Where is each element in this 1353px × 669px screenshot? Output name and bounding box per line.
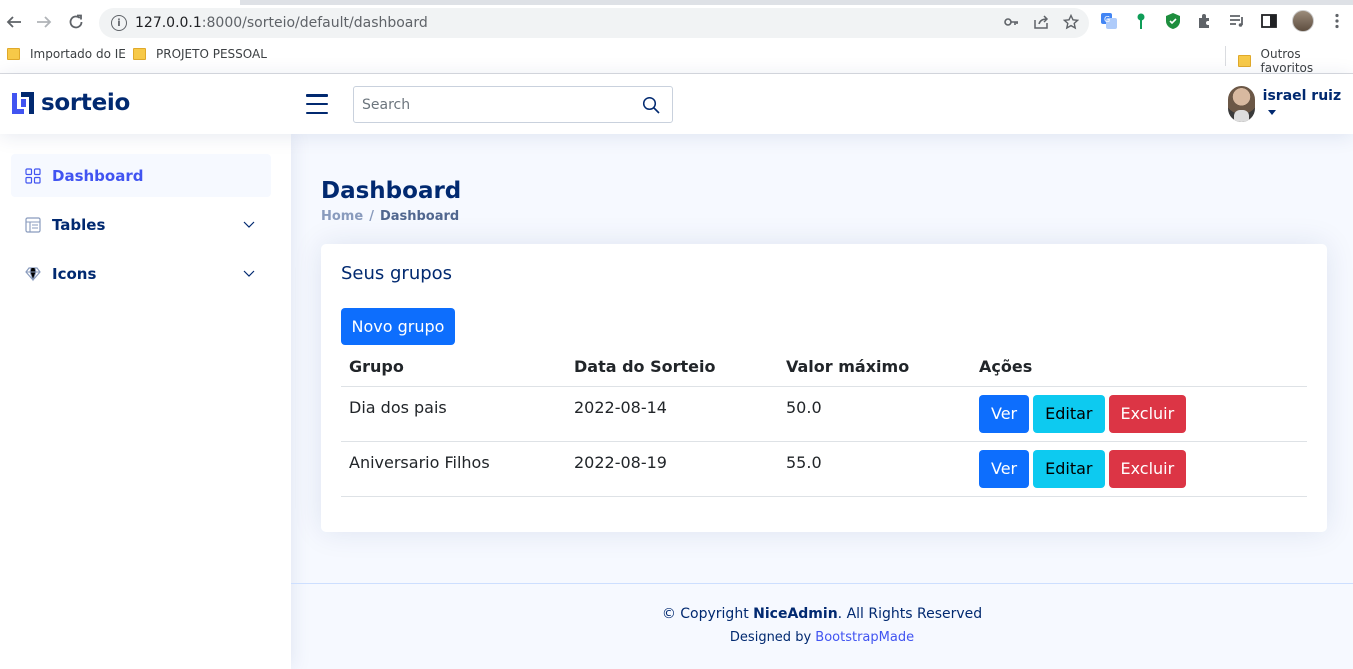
sidebar-item-label: Dashboard (52, 166, 144, 185)
sidebar-item-dashboard[interactable]: Dashboard (11, 154, 271, 197)
card-title: Seus grupos (341, 263, 453, 284)
cell-data: 2022-08-14 (566, 386, 778, 442)
cell-valor: 55.0 (778, 441, 971, 497)
media-queue-icon[interactable] (1228, 12, 1246, 30)
logo-icon (10, 90, 36, 116)
cell-grupo: Dia dos pais (341, 386, 566, 442)
footer-divider (291, 583, 1353, 584)
browser-profile-avatar[interactable] (1292, 10, 1314, 32)
key-icon[interactable] (1003, 14, 1019, 34)
bookmarks-bar: Importado do IE PROJETO PESSOAL Outros f… (0, 44, 1353, 75)
folder-icon (7, 48, 20, 60)
browser-chrome: i 127.0.0.1:8000/sorteio/default/dashboa… (0, 0, 1353, 75)
breadcrumb-home-link[interactable]: Home (321, 209, 363, 224)
breadcrumb-separator: / (369, 209, 374, 224)
sidebar-item-label: Tables (52, 215, 106, 234)
chevron-down-icon (243, 217, 255, 229)
cell-data: 2022-08-19 (566, 441, 778, 497)
delete-button[interactable]: Excluir (1108, 394, 1187, 433)
view-button[interactable]: Ver (979, 394, 1030, 433)
caret-down-icon (1267, 109, 1276, 115)
copyright: © Copyright NiceAdmin. All Rights Reserv… (661, 606, 983, 622)
cell-actions: Ver Editar Excluir (971, 386, 1307, 442)
bookmark-folder[interactable]: Importado do IE (7, 47, 126, 61)
app-header: sorteio israel ruiz (0, 74, 1353, 134)
column-header-acoes: Ações (971, 348, 1307, 387)
gem-icon (25, 266, 41, 282)
puzzle-extensions-icon[interactable] (1196, 12, 1214, 30)
breadcrumb-current: Dashboard (379, 209, 460, 224)
share-icon[interactable] (1033, 14, 1049, 34)
search-icon[interactable] (642, 96, 660, 114)
sidebar-toggle-menu-icon[interactable] (306, 94, 328, 114)
edit-button[interactable]: Editar (1033, 394, 1105, 433)
bookmark-star-icon[interactable] (1062, 13, 1080, 34)
table-row: Aniversario Filhos 2022-08-19 55.0 Ver Ed… (341, 441, 1307, 497)
column-header-valor: Valor máximo (778, 348, 971, 387)
pin-extension-icon[interactable] (1132, 12, 1150, 30)
other-bookmarks-folder[interactable]: Outros favoritos (1238, 47, 1353, 75)
translate-extension-icon[interactable]: G (1100, 12, 1118, 30)
cell-actions: Ver Editar Excluir (971, 441, 1307, 497)
designer-link[interactable]: BootstrapMade (815, 630, 914, 645)
folder-icon (133, 48, 146, 60)
groups-table: Grupo Data do Sorteio Valor máximo Ações… (341, 348, 1307, 497)
edit-button[interactable]: Editar (1033, 449, 1105, 488)
sidebar-item-tables[interactable]: Tables (11, 203, 271, 246)
address-bar[interactable]: i 127.0.0.1:8000/sorteio/default/dashboa… (99, 8, 1089, 38)
profile-dropdown[interactable]: israel ruiz (1228, 86, 1353, 122)
new-group-button[interactable]: Novo grupo (341, 308, 455, 345)
table-row: Dia dos pais 2022-08-14 50.0 Ver Editar Ex… (341, 386, 1307, 442)
reload-icon[interactable] (64, 10, 88, 34)
search-input[interactable] (354, 96, 624, 113)
forward-icon[interactable] (32, 10, 56, 34)
table-header-row: Grupo Data do Sorteio Valor máximo Ações (341, 348, 1307, 387)
groups-card: Seus grupos Novo grupo Grupo Data do Sor… (321, 244, 1327, 532)
profile-name: israel ruiz (1263, 88, 1353, 120)
footer: © Copyright NiceAdmin. All Rights Reserv… (291, 606, 1353, 645)
credits: Designed by BootstrapMade (729, 630, 915, 645)
side-panel-icon[interactable] (1260, 12, 1278, 30)
search-bar (353, 86, 673, 123)
chevron-down-icon (243, 266, 255, 278)
column-header-grupo: Grupo (341, 348, 566, 387)
cell-valor: 50.0 (778, 386, 971, 442)
table-icon (25, 216, 41, 233)
sidebar: Dashboard Tables Icons (0, 134, 291, 669)
column-header-data: Data do Sorteio (566, 348, 778, 387)
grid-icon (25, 167, 41, 184)
view-button[interactable]: Ver (979, 449, 1030, 488)
delete-button[interactable]: Excluir (1108, 449, 1187, 488)
site-info-icon[interactable]: i (111, 15, 127, 31)
sidebar-item-icons[interactable]: Icons (11, 252, 271, 295)
avatar (1228, 86, 1255, 122)
logo[interactable]: sorteio (10, 90, 130, 116)
url-text: 127.0.0.1:8000/sorteio/default/dashboard (135, 15, 428, 31)
bookmarks-divider (1225, 46, 1226, 66)
back-icon[interactable] (2, 10, 26, 34)
cell-grupo: Aniversario Filhos (341, 441, 566, 497)
browser-menu-icon[interactable] (1328, 12, 1346, 30)
svg-text:G: G (1104, 15, 1110, 24)
bookmark-folder[interactable]: PROJETO PESSOAL (133, 47, 267, 61)
breadcrumb: Home / Dashboard (321, 209, 459, 224)
tab-strip (240, 0, 1353, 5)
page-title: Dashboard (321, 178, 462, 204)
folder-icon (1238, 55, 1251, 67)
shield-extension-icon[interactable] (1164, 12, 1182, 30)
logo-text: sorteio (41, 90, 131, 116)
sidebar-item-label: Icons (52, 264, 97, 283)
